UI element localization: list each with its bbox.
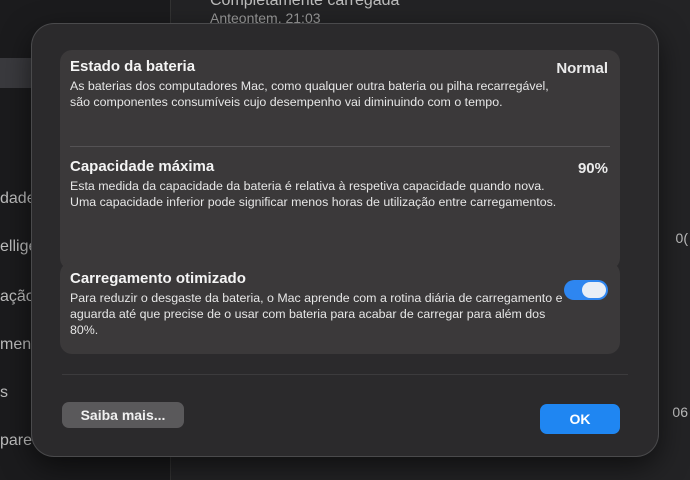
max-capacity-title: Capacidade máxima bbox=[70, 158, 215, 175]
ok-button[interactable]: OK bbox=[540, 404, 620, 434]
max-capacity-row: Capacidade máxima 90% Esta medida da cap… bbox=[70, 158, 608, 210]
battery-health-description: As baterias dos computadores Mac, como q… bbox=[70, 79, 549, 109]
footer-separator bbox=[62, 374, 628, 375]
battery-health-title: Estado da bateria bbox=[70, 58, 196, 75]
background-right-fragment: 06 bbox=[672, 404, 688, 420]
optimized-charging-toggle[interactable] bbox=[564, 280, 608, 300]
learn-more-button[interactable]: Saiba mais... bbox=[62, 402, 184, 428]
battery-health-row: Estado da bateria Normal As baterias dos… bbox=[70, 58, 608, 110]
optimized-charging-description: Para reduzir o desgaste da bateria, o Ma… bbox=[70, 291, 563, 337]
optimized-charging-title: Carregamento otimizado bbox=[70, 270, 246, 287]
sidebar-fragment: dade bbox=[0, 190, 36, 207]
row-separator bbox=[70, 146, 610, 147]
background-right-fragment: 0( bbox=[675, 230, 688, 246]
toggle-knob bbox=[582, 282, 606, 298]
battery-info-card: Estado da bateria Normal As baterias dos… bbox=[60, 50, 620, 270]
optimized-charging-card: Carregamento otimizado Para reduzir o de… bbox=[60, 262, 620, 354]
max-capacity-value: 90% bbox=[577, 160, 608, 177]
background-status-text: Completamente carregada bbox=[210, 0, 400, 9]
sidebar-fragment: s bbox=[0, 384, 8, 401]
sidebar-fragment: men bbox=[0, 336, 32, 353]
battery-health-sheet: Estado da bateria Normal As baterias dos… bbox=[32, 24, 658, 456]
battery-health-value: Normal bbox=[556, 60, 608, 77]
optimized-charging-row: Carregamento otimizado Para reduzir o de… bbox=[70, 270, 608, 338]
max-capacity-description: Esta medida da capacidade da bateria é r… bbox=[70, 179, 557, 209]
sidebar-fragment: ação bbox=[0, 288, 35, 305]
